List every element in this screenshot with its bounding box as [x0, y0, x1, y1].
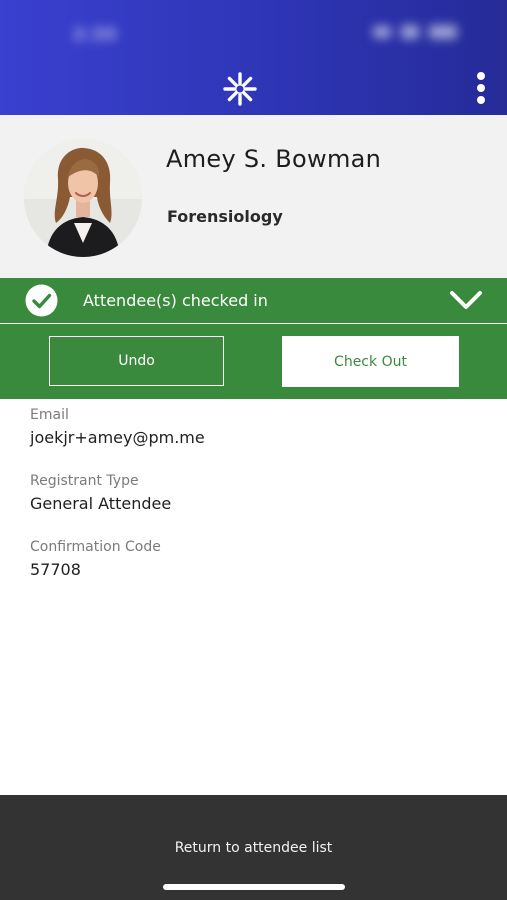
status-bar: 2:30: [0, 0, 507, 60]
checkin-actions: Undo Check Out: [0, 324, 507, 399]
avatar: [24, 139, 142, 257]
signal-icon: [373, 26, 391, 38]
battery-icon: [429, 25, 457, 39]
checkin-status-label: Attendee(s) checked in: [83, 291, 268, 310]
home-indicator[interactable]: [163, 884, 345, 890]
chevron-down-icon[interactable]: [449, 288, 483, 312]
status-icons: [373, 25, 457, 39]
wifi-icon: [401, 25, 419, 39]
more-vertical-icon[interactable]: [475, 72, 487, 106]
avatar-photo: [24, 139, 142, 257]
status-time: 2:30: [72, 24, 117, 45]
email-field: Email joekjr+amey@pm.me: [30, 406, 470, 450]
confirmation-code-label: Confirmation Code: [30, 539, 161, 555]
email-label: Email: [30, 407, 69, 423]
return-to-attendee-list-link[interactable]: Return to attendee list: [0, 840, 507, 856]
registrant-type-value: General Attendee: [30, 494, 172, 513]
attendee-profile: Amey S. Bowman Forensiology: [0, 115, 507, 278]
attendee-organization: Forensiology: [167, 207, 283, 226]
registrant-type-label: Registrant Type: [30, 473, 139, 489]
checkin-status-bar[interactable]: Attendee(s) checked in: [0, 278, 507, 323]
footer-bar: Return to attendee list: [0, 795, 507, 900]
attendee-name: Amey S. Bowman: [166, 145, 382, 173]
email-value: joekjr+amey@pm.me: [30, 428, 205, 447]
confirmation-code-value: 57708: [30, 560, 81, 579]
attendee-details: Email joekjr+amey@pm.me Registrant Type …: [30, 406, 470, 604]
check-circle-icon: [25, 284, 58, 317]
app-header: 2:30: [0, 0, 507, 115]
undo-button[interactable]: Undo: [49, 336, 224, 386]
asterisk-logo-icon: [223, 72, 257, 106]
confirmation-code-field: Confirmation Code 57708: [30, 538, 470, 582]
check-out-button[interactable]: Check Out: [282, 336, 459, 387]
registrant-type-field: Registrant Type General Attendee: [30, 472, 470, 516]
